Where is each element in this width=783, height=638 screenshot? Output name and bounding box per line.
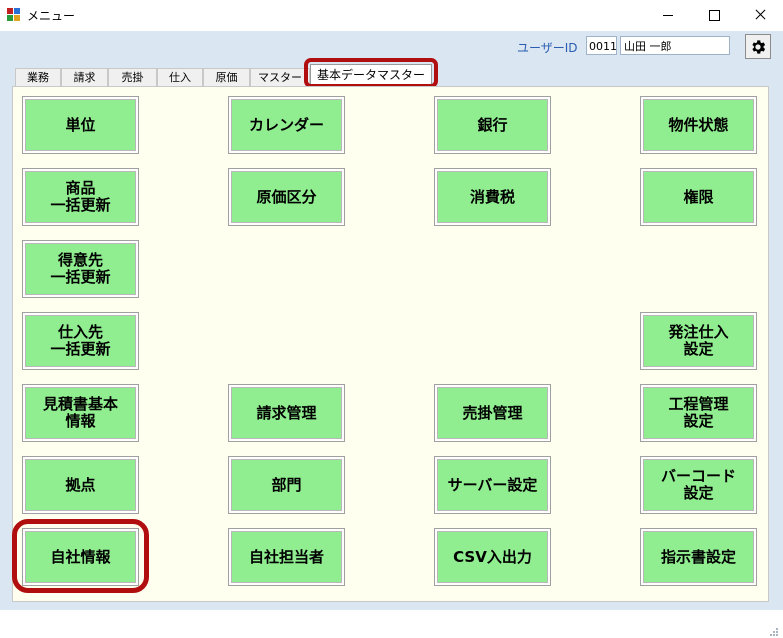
genka-kubun-button[interactable]: 原価区分: [228, 168, 345, 226]
kengen-button[interactable]: 権限: [640, 168, 757, 226]
tab-gyomu[interactable]: 業務: [15, 68, 61, 86]
kyoten-button[interactable]: 拠点: [22, 456, 139, 514]
minimize-icon: [663, 15, 673, 16]
settings-button[interactable]: [745, 34, 771, 59]
client-area: ユーザーID 0011 山田 一郎 業務 請求 売掛 仕入 原価 マスター 基本…: [0, 31, 783, 636]
csv-io-button[interactable]: CSV入出力: [434, 528, 551, 586]
shijisho-settei-button[interactable]: 指示書設定: [640, 528, 757, 586]
ginko-button[interactable]: 銀行: [434, 96, 551, 154]
tokuisaki-ikkatsu-button[interactable]: 得意先 一括更新: [22, 240, 139, 298]
minimize-button[interactable]: [645, 0, 691, 31]
maximize-button[interactable]: [691, 0, 737, 31]
jisha-tanto-button[interactable]: 自社担当者: [228, 528, 345, 586]
button-highlight-frame: [12, 519, 149, 593]
window-title: メニュー: [27, 9, 76, 23]
mitsumori-kihon-button[interactable]: 見積書基本 情報: [22, 384, 139, 442]
barcode-settei-button[interactable]: バーコード 設定: [640, 456, 757, 514]
tab-seikyu[interactable]: 請求: [61, 68, 108, 86]
tab-genka[interactable]: 原価: [203, 68, 250, 86]
close-button[interactable]: [737, 0, 783, 31]
shohin-ikkatsu-button[interactable]: 商品 一括更新: [22, 168, 139, 226]
kotei-kanri-button[interactable]: 工程管理 設定: [640, 384, 757, 442]
tab-highlight-frame: [304, 58, 438, 88]
tab-shiire[interactable]: 仕入: [157, 68, 203, 86]
maximize-icon: [709, 10, 720, 21]
gear-icon: [752, 40, 766, 54]
shiiresaki-ikkatsu-button[interactable]: 仕入先 一括更新: [22, 312, 139, 370]
bukken-jotai-button[interactable]: 物件状態: [640, 96, 757, 154]
bumon-button[interactable]: 部門: [228, 456, 345, 514]
urikake-kanri-button[interactable]: 売掛管理: [434, 384, 551, 442]
calendar-button[interactable]: カレンダー: [228, 96, 345, 154]
username-field[interactable]: 山田 一郎: [620, 36, 730, 55]
hatchu-shiire-button[interactable]: 発注仕入 設定: [640, 312, 757, 370]
seikyu-kanri-button[interactable]: 請求管理: [228, 384, 345, 442]
server-settei-button[interactable]: サーバー設定: [434, 456, 551, 514]
title-bar: メニュー: [0, 0, 783, 31]
resize-grip[interactable]: [770, 628, 780, 638]
tab-urikake[interactable]: 売掛: [108, 68, 157, 86]
app-icon: [7, 8, 21, 21]
userid-field[interactable]: 0011: [586, 36, 617, 55]
tab-master[interactable]: マスター: [250, 68, 310, 86]
tani-button[interactable]: 単位: [22, 96, 139, 154]
userid-label: ユーザーID: [517, 41, 578, 55]
shohizei-button[interactable]: 消費税: [434, 168, 551, 226]
